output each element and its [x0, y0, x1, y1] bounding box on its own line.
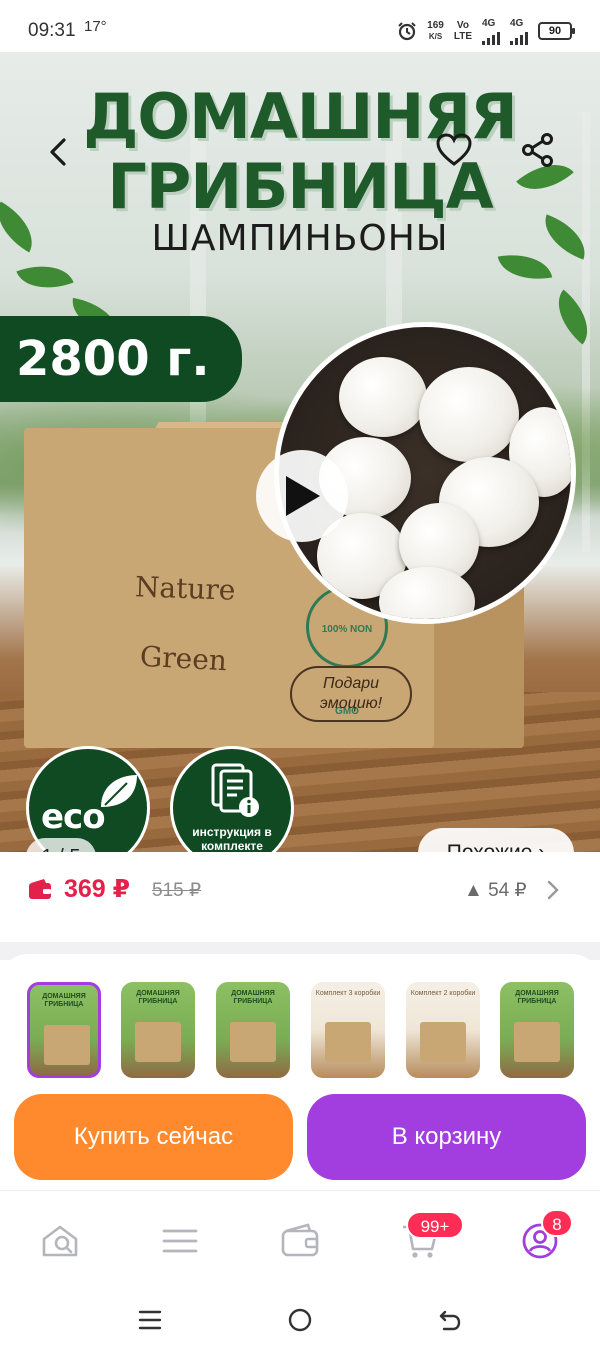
leaf-icon — [101, 775, 137, 807]
similar-products-button[interactable]: Похожие › — [418, 828, 574, 852]
home-button-icon[interactable] — [286, 1306, 314, 1334]
old-price: 515 ₽ — [152, 880, 202, 901]
status-temperature: 17° — [84, 18, 107, 35]
chevron-right-icon[interactable] — [546, 880, 560, 900]
box-brand-text-1: Nature — [134, 570, 236, 607]
price-section[interactable]: 369 ₽ 515 ₽ ▲ 54 ₽ — [0, 852, 600, 942]
heart-icon[interactable] — [434, 130, 474, 170]
cart-count-badge: 99+ — [406, 1211, 464, 1239]
image-counter: 1 / 5 — [26, 838, 96, 852]
bottom-tab-bar: 99+ 8 — [0, 1190, 600, 1288]
thumbnail-box-image — [420, 1022, 466, 1062]
wallet-tab-icon[interactable] — [280, 1221, 320, 1261]
weight-badge: 2800 г. — [0, 316, 242, 402]
thumbnail-6[interactable]: ДОМАШНЯЯ ГРИБНИЦА — [500, 982, 574, 1078]
back-button-icon[interactable] — [436, 1306, 464, 1334]
thumbnail-3[interactable]: ДОМАШНЯЯ ГРИБНИЦА — [216, 982, 290, 1078]
sim1-signal: 4G — [482, 18, 500, 45]
profile-notification-badge: 8 — [541, 1209, 573, 1237]
alarm-icon — [398, 22, 416, 41]
status-indicators: 169 K/S Vo LTE 4G 4G 90 — [397, 16, 575, 46]
thumbnail-box-image — [514, 1022, 560, 1062]
play-video-button[interactable] — [256, 450, 348, 542]
status-time: 09:31 — [28, 20, 76, 41]
back-arrow-icon[interactable] — [40, 132, 80, 172]
thumbnail-box-image — [325, 1022, 371, 1062]
buy-now-button[interactable]: Купить сейчас — [14, 1094, 293, 1180]
instruction-label: инструкция в комплекте — [192, 825, 272, 852]
share-icon[interactable] — [518, 130, 558, 170]
network-speed: 169 K/S — [427, 20, 444, 41]
hero-subtitle: ШАМПИНЬОНЫ — [151, 218, 449, 259]
thumbnail-2[interactable]: ДОМАШНЯЯ ГРИБНИЦА — [121, 982, 195, 1078]
wallet-icon — [29, 879, 51, 899]
sim2-signal: 4G — [510, 18, 528, 45]
battery-icon: 90 — [538, 22, 575, 40]
recent-apps-icon[interactable] — [136, 1306, 164, 1334]
mushroom-cap — [419, 367, 519, 462]
add-to-cart-button[interactable]: В корзину — [307, 1094, 586, 1180]
eco-label: eco — [41, 797, 106, 837]
volte-indicator: Vo LTE — [453, 20, 472, 42]
home-search-icon[interactable] — [40, 1221, 80, 1261]
thumbnail-box-image — [135, 1022, 181, 1062]
signal-icon — [482, 29, 500, 45]
points-bonus: ▲ 54 ₽ — [464, 880, 527, 901]
hero-title-line1: ДОМАШНЯЯ — [83, 80, 518, 153]
gift-speech-bubble: Подари эмоцию! — [290, 666, 412, 722]
mushroom-cap — [339, 357, 427, 437]
document-icon — [211, 763, 259, 817]
thumbnail-5[interactable]: Комплект 2 коробки — [406, 982, 480, 1078]
thumbnail-1[interactable]: ДОМАШНЯЯ ГРИБНИЦА — [27, 982, 101, 1078]
thumbnail-box-image — [230, 1022, 276, 1062]
current-price: 369 ₽ — [64, 875, 131, 903]
catalog-menu-icon[interactable] — [160, 1221, 200, 1261]
thumbnail-4[interactable]: Комплект 3 коробки — [311, 982, 385, 1078]
variant-thumbnails: ДОМАШНЯЯ ГРИБНИЦА ДОМАШНЯЯ ГРИБНИЦА ДОМА… — [0, 954, 600, 1094]
box-brand-text-2: Green — [139, 639, 228, 678]
system-navigation-bar — [0, 1288, 600, 1352]
purchase-actions: Купить сейчас В корзину — [0, 1086, 600, 1190]
thumbnail-box-image — [44, 1025, 90, 1065]
hero-title-line2: ГРИБНИЦА — [107, 150, 493, 223]
product-image-carousel[interactable]: ДОМАШНЯЯ ГРИБНИЦА ШАМПИНЬОНЫ Nature Gree… — [0, 52, 600, 852]
signal-icon — [510, 29, 528, 45]
play-icon — [286, 476, 320, 516]
